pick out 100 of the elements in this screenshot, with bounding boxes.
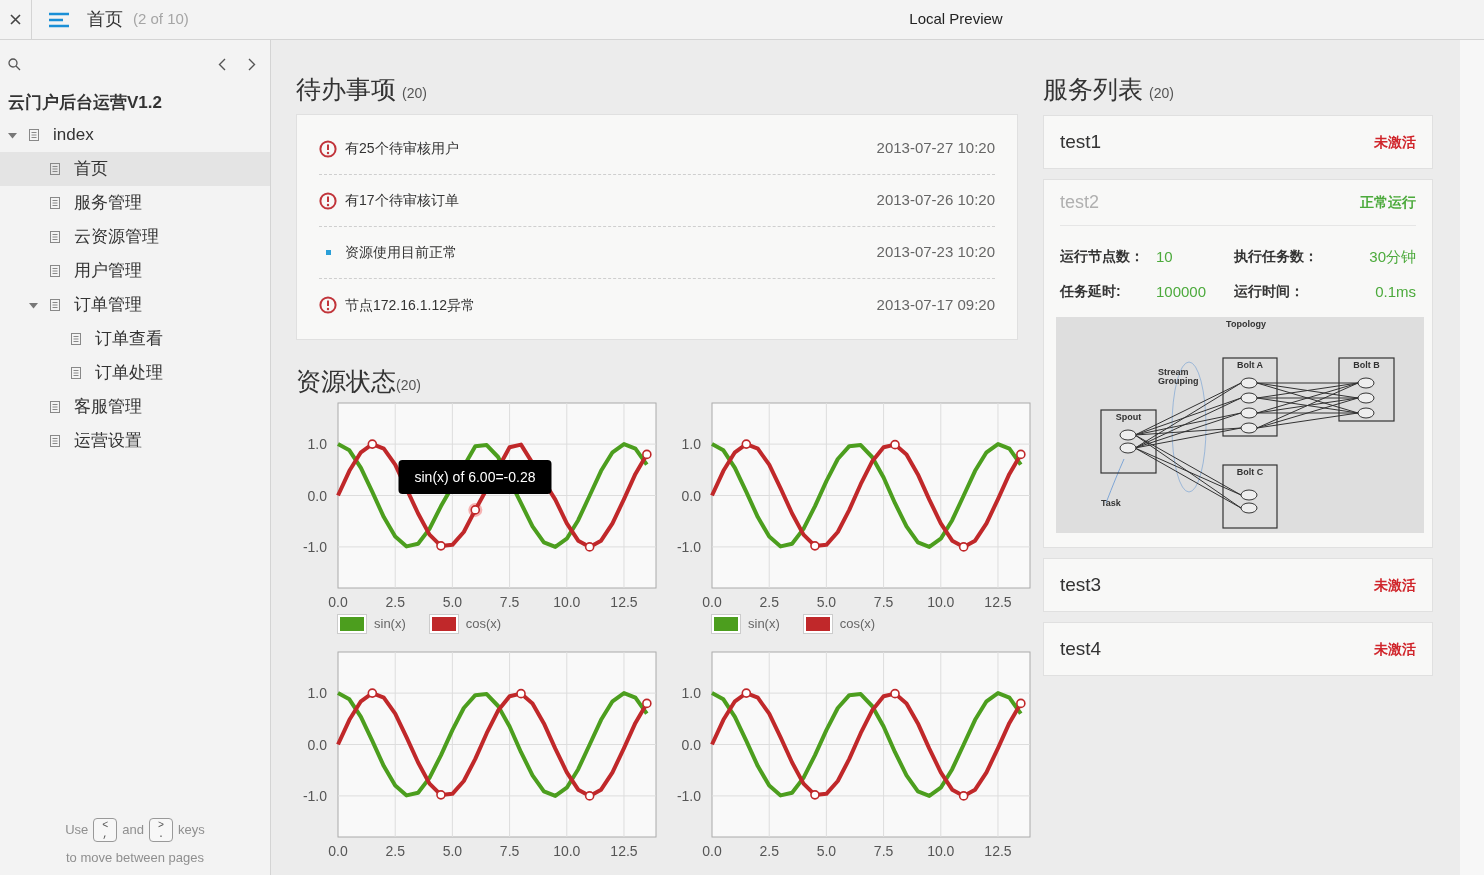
axis-tick-label: 2.5 [385,843,405,858]
back-icon[interactable] [218,57,226,71]
section-title: 资源状态 [296,365,396,397]
axis-tick-label: 5.0 [816,843,837,858]
service-status: 未激活 [1374,132,1416,152]
document-icon [50,197,60,209]
axis-tick-label: -1.0 [676,787,701,804]
point [1016,449,1026,460]
axis-tick-label: 12.5 [610,594,638,609]
tree-item[interactable]: 订单处理 [0,356,270,390]
diagram-label: Bolt B [1353,360,1380,370]
todo-time: 2013-07-17 09:20 [876,294,995,315]
document-icon [50,163,60,175]
axis-tick-label: 7.5 [873,594,894,609]
service-status: 未激活 [1374,575,1416,595]
legend-label: cos(x) [465,615,502,634]
axis-tick-label: 7.5 [499,594,520,609]
hint-text: Use [65,820,89,839]
point [367,688,378,698]
diagram-label: Bolt C [1236,467,1264,477]
section-count: (20) [396,376,421,395]
axis-tick-label: 5.0 [442,594,463,609]
tooltip: sin(x) of 6.00=-0.28 [398,460,552,494]
todo-time: 2013-07-27 10:20 [876,138,995,159]
point [810,790,820,800]
diagram-label: Spout [1115,412,1142,422]
axis-tick-label: 7.5 [499,843,520,858]
stat-label: 执行任务数： [1234,247,1319,266]
tree-item[interactable]: 订单管理 [0,288,270,322]
service-card[interactable]: test4 未激活 [1043,622,1433,676]
todo-text: 有17个待审核订单 [345,191,459,210]
diagram-label: Task [1101,498,1121,508]
hint-text: to move between pages [65,848,204,867]
axis-tick-label: 10.0 [927,843,955,858]
service-name: test3 [1060,572,1102,597]
axis-tick-label: 2.5 [385,594,405,609]
key-cap: < , [93,817,118,842]
service-card[interactable]: test1 未激活 [1043,115,1433,169]
point [741,688,752,698]
axis-tick-label: 1.0 [307,685,327,702]
document-icon [50,435,60,447]
point [890,439,900,450]
todo-text: 资源使用目前正常 [345,243,457,262]
point [958,791,969,801]
page-title: 首页 [87,8,123,31]
point [890,688,900,699]
todo-text: 有25个待审核用户 [345,139,459,158]
tree-item[interactable]: 用户管理 [0,254,270,288]
forward-icon[interactable] [248,57,256,71]
service-name: test1 [1060,129,1102,154]
axis-tick-label: 10.0 [553,843,581,858]
tree-item[interactable]: index [0,118,270,152]
tree-item[interactable]: 运营设置 [0,424,270,458]
point [642,449,652,460]
section-count: (20) [402,84,427,103]
point [436,790,446,800]
point [516,688,526,699]
close-icon[interactable] [10,14,21,25]
diagram-label: Stream [1158,367,1189,377]
axis-tick-label: 1.0 [681,685,701,702]
tree-item[interactable]: 服务管理 [0,186,270,220]
point [958,542,969,552]
axis-tick-label: 0.0 [702,594,722,609]
section-count: (20) [1149,84,1174,103]
point [810,541,820,551]
point [436,541,446,551]
stat-value: 10 [1156,247,1174,267]
axis-tick-label: 2.5 [759,594,779,609]
sidebar-title: 云门户后台运营V1.2 [8,93,162,112]
axis-tick-label: 5.0 [442,843,463,858]
axis-tick-label: -1.0 [302,787,327,804]
tree-item[interactable]: 首页 [0,152,270,186]
tree-item[interactable]: 云资源管理 [0,220,270,254]
stat-label: 任务延时: [1060,281,1122,301]
stat-value: 30分钟 [1368,247,1416,267]
point [584,791,595,801]
tree-item[interactable]: 订单查看 [0,322,270,356]
axis-tick-label: 0.0 [681,487,701,504]
axis-tick-label: 0.0 [328,594,348,609]
search-icon[interactable] [8,57,21,71]
stat-label: 运行时间： [1234,281,1305,301]
expanded-caret-icon [8,130,17,140]
diagram-label: Topology [1226,319,1266,329]
todo-text: 节点172.16.1.12异常 [345,295,475,315]
section-title: 服务列表 [1043,73,1143,105]
stat-value: 100000 [1156,281,1208,302]
service-status: 正常运行 [1360,193,1416,212]
axis-tick-label: 10.0 [553,594,581,609]
todo-time: 2013-07-26 10:20 [876,190,995,211]
axis-tick-label: 12.5 [984,843,1012,858]
legend-label: sin(x) [374,615,406,634]
axis-tick-label: 12.5 [610,843,638,858]
point [642,698,652,709]
service-name: test4 [1060,636,1102,661]
service-card[interactable]: test3 未激活 [1043,558,1433,612]
expanded-caret-icon [29,300,38,310]
tree-item[interactable]: 客服管理 [0,390,270,424]
menu-icon[interactable] [49,11,69,28]
service-name: test2 [1060,191,1100,214]
axis-tick-label: 0.0 [307,736,327,753]
